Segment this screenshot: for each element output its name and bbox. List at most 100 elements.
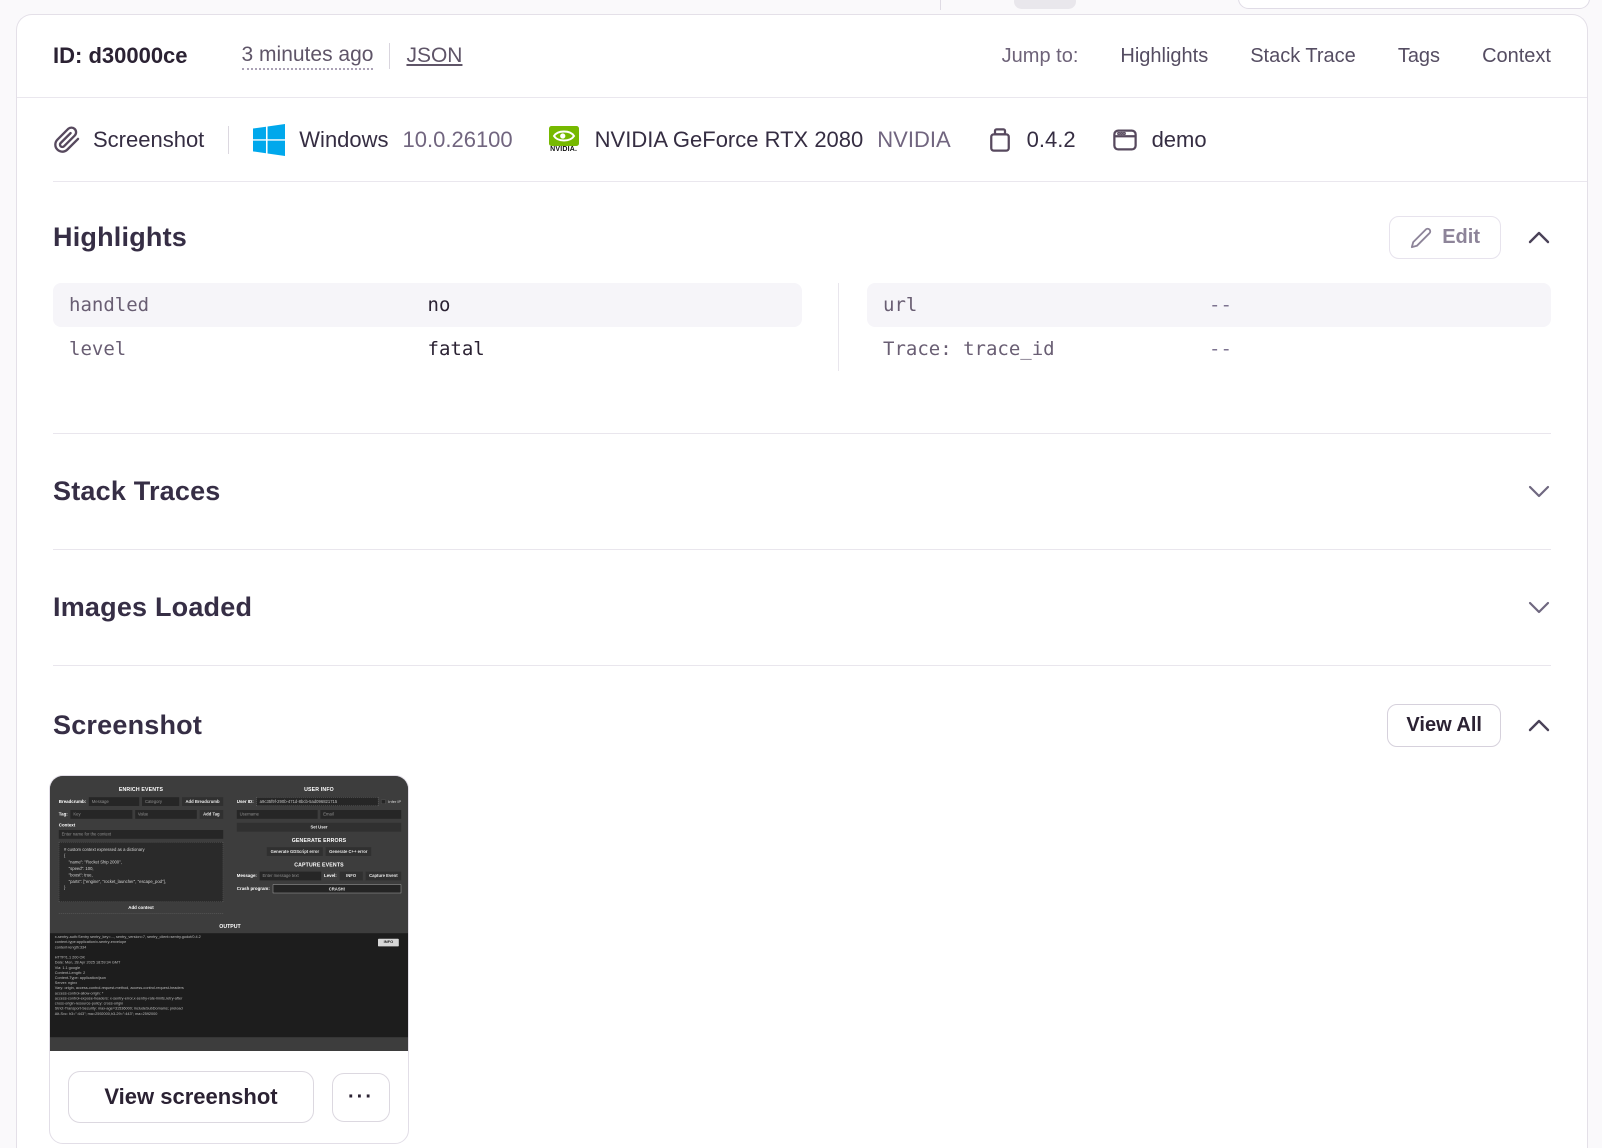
screenshot-more-options-button[interactable]: ··· bbox=[332, 1072, 390, 1122]
jump-to-nav: Jump to: Highlights Stack Trace Tags Con… bbox=[1002, 45, 1551, 68]
highlights-kv-table: handled no level fatal url -- Trace: tra… bbox=[53, 283, 1551, 371]
kv-value: no bbox=[427, 294, 451, 316]
context-gpu: NVIDIA. NVIDIA GeForce RTX 2080 NVIDIA bbox=[547, 126, 951, 153]
app-name: demo bbox=[1151, 126, 1207, 152]
mini-context-label: Context bbox=[58, 822, 76, 828]
nvidia-wordmark: NVIDIA. bbox=[550, 146, 578, 153]
stack-traces-expand-chevron-down[interactable] bbox=[1527, 484, 1551, 499]
mini-key-input: Key bbox=[70, 810, 133, 819]
view-all-button[interactable]: View All bbox=[1387, 704, 1501, 747]
screenshot-thumbnail-image[interactable]: ENRICH EVENTS Breadcrumb: Message Catego… bbox=[50, 776, 408, 1051]
mini-level-dropdown: INFO bbox=[339, 871, 363, 881]
context-release: 0.4.2 bbox=[985, 125, 1076, 155]
highlights-kv-left: handled no level fatal bbox=[53, 283, 802, 371]
kv-value: -- bbox=[1209, 338, 1232, 360]
images-loaded-section: Images Loaded bbox=[17, 550, 1587, 665]
ellipsis-icon: ··· bbox=[348, 1085, 374, 1108]
cutoff-divider bbox=[940, 0, 941, 10]
event-timestamp-link[interactable]: 3 minutes ago bbox=[241, 43, 374, 70]
mini-breadcrumb-label: Breadcrumb: bbox=[58, 799, 87, 804]
jump-to-label: Jump to: bbox=[1001, 44, 1079, 67]
mini-level-label: Level: bbox=[324, 873, 337, 879]
package-icon bbox=[985, 125, 1015, 155]
stack-traces-section: Stack Traces bbox=[17, 434, 1587, 549]
kv-row-handled: handled no bbox=[53, 283, 802, 327]
cutoff-panel-edge bbox=[1238, 0, 1590, 9]
highlights-kv-right: url -- Trace: trace_id -- bbox=[838, 283, 1551, 371]
context-screenshot[interactable]: Screenshot bbox=[53, 125, 204, 154]
jump-link-context[interactable]: Context bbox=[1482, 45, 1551, 68]
event-id: ID: d30000ce bbox=[53, 43, 188, 68]
kv-key: level bbox=[69, 338, 127, 360]
mini-value-input: Value bbox=[135, 810, 197, 819]
mini-enrich-title: ENRICH EVENTS bbox=[118, 786, 164, 793]
view-screenshot-button[interactable]: View screenshot bbox=[68, 1071, 314, 1123]
mini-message-input: Message bbox=[88, 797, 140, 806]
page-top-cutoff bbox=[0, 0, 1602, 14]
screenshot-title: Screenshot bbox=[53, 710, 203, 740]
json-link[interactable]: JSON bbox=[406, 44, 462, 68]
nvidia-logo-icon: NVIDIA. bbox=[547, 126, 581, 153]
mini-gdscript-error-button: Generate GDScript error bbox=[266, 847, 323, 856]
context-os: Windows 10.0.26100 bbox=[253, 123, 513, 156]
header-separator bbox=[389, 43, 391, 69]
mini-user-id-label: User ID: bbox=[236, 799, 254, 804]
images-loaded-title: Images Loaded bbox=[53, 592, 253, 622]
highlights-collapse-chevron-up[interactable] bbox=[1527, 230, 1551, 245]
mini-crash-label: Crash program: bbox=[236, 886, 270, 892]
edit-label: Edit bbox=[1442, 226, 1480, 248]
kv-row-trace-id: Trace: trace_id -- bbox=[867, 327, 1551, 371]
jump-link-tags[interactable]: Tags bbox=[1398, 45, 1440, 68]
mini-username-input: Username bbox=[236, 810, 318, 819]
paperclip-icon bbox=[53, 125, 81, 154]
kv-value: -- bbox=[1209, 294, 1232, 316]
windows-logo-icon bbox=[253, 123, 286, 156]
terminal-line: Alt-Svc: h3=":443"; ma=2592000,h3-29=":4… bbox=[54, 1011, 158, 1016]
screenshot-card-footer: View screenshot ··· bbox=[50, 1051, 408, 1143]
mini-crash-button: CRASH! bbox=[272, 884, 402, 894]
mini-add-context-button: Add context bbox=[58, 902, 224, 914]
mini-category-input: Category bbox=[142, 797, 180, 806]
context-divider bbox=[228, 125, 230, 154]
mini-capture-events-title: CAPTURE EVENTS bbox=[294, 861, 344, 868]
screenshot-section: Screenshot View All bbox=[17, 666, 1587, 747]
mini-user-panel: USER INFO User ID: a9c35f9f-290b-471d-8b… bbox=[236, 782, 402, 914]
mini-email-input: Email bbox=[320, 810, 402, 819]
kv-key: url bbox=[883, 294, 918, 316]
mini-set-user-button: Set User bbox=[236, 822, 402, 832]
stack-traces-title: Stack Traces bbox=[53, 476, 221, 506]
context-app: demo bbox=[1110, 125, 1207, 155]
mini-add-breadcrumb-button: Add Breadcrumb bbox=[181, 797, 224, 806]
mini-user-id-input: a9c35f9f-290b-471d-8bcb-5ad096821715 bbox=[256, 797, 379, 806]
kv-row-url: url -- bbox=[867, 283, 1551, 327]
jump-link-highlights[interactable]: Highlights bbox=[1120, 45, 1208, 68]
mini-generate-errors-title: GENERATE ERRORS bbox=[291, 837, 347, 844]
kv-key: Trace: trace_id bbox=[883, 338, 1055, 360]
images-loaded-expand-chevron-down[interactable] bbox=[1527, 600, 1551, 615]
jump-link-stack-trace[interactable]: Stack Trace bbox=[1250, 45, 1356, 68]
mini-tag-label: Tag: bbox=[58, 812, 68, 817]
edit-highlights-button[interactable]: Edit bbox=[1389, 216, 1501, 259]
mini-enrich-panel: ENRICH EVENTS Breadcrumb: Message Catego… bbox=[58, 782, 224, 914]
screenshot-thumbnail-card: ENRICH EVENTS Breadcrumb: Message Catego… bbox=[49, 775, 409, 1144]
os-name: Windows bbox=[299, 126, 389, 152]
event-detail-card: ID: d30000ce 3 minutes ago JSON Jump to:… bbox=[16, 14, 1588, 1148]
mini-output-terminal: INFO x-sentry-auth:Sentry sentry_key=...… bbox=[50, 933, 408, 1038]
event-header: ID: d30000ce 3 minutes ago JSON Jump to:… bbox=[17, 15, 1587, 98]
kv-key: handled bbox=[69, 294, 150, 316]
release-version: 0.4.2 bbox=[1026, 126, 1076, 152]
pencil-icon bbox=[1410, 227, 1432, 249]
highlights-section: Highlights Edit handled no level fatal u… bbox=[17, 182, 1587, 371]
screenshot-collapse-chevron-up[interactable] bbox=[1527, 718, 1551, 733]
os-version: 10.0.26100 bbox=[402, 126, 513, 152]
mini-cpp-error-button: Generate C++ error bbox=[325, 847, 372, 856]
context-bar: Screenshot Windows 10.0.26100 NVIDIA. NV… bbox=[17, 98, 1587, 181]
mini-capture-message-input: Enter message text bbox=[259, 871, 322, 881]
gpu-vendor: NVIDIA bbox=[877, 126, 951, 152]
mini-app-screenshot: ENRICH EVENTS Breadcrumb: Message Catego… bbox=[50, 776, 408, 1051]
mini-info-badge: INFO bbox=[378, 938, 399, 947]
mini-context-code-editor: # custom context expressed as a dictiona… bbox=[58, 842, 224, 902]
mini-infer-ip-label: Infer IP bbox=[388, 799, 402, 804]
view-all-label: View All bbox=[1406, 714, 1482, 736]
app-window-icon bbox=[1110, 125, 1140, 155]
